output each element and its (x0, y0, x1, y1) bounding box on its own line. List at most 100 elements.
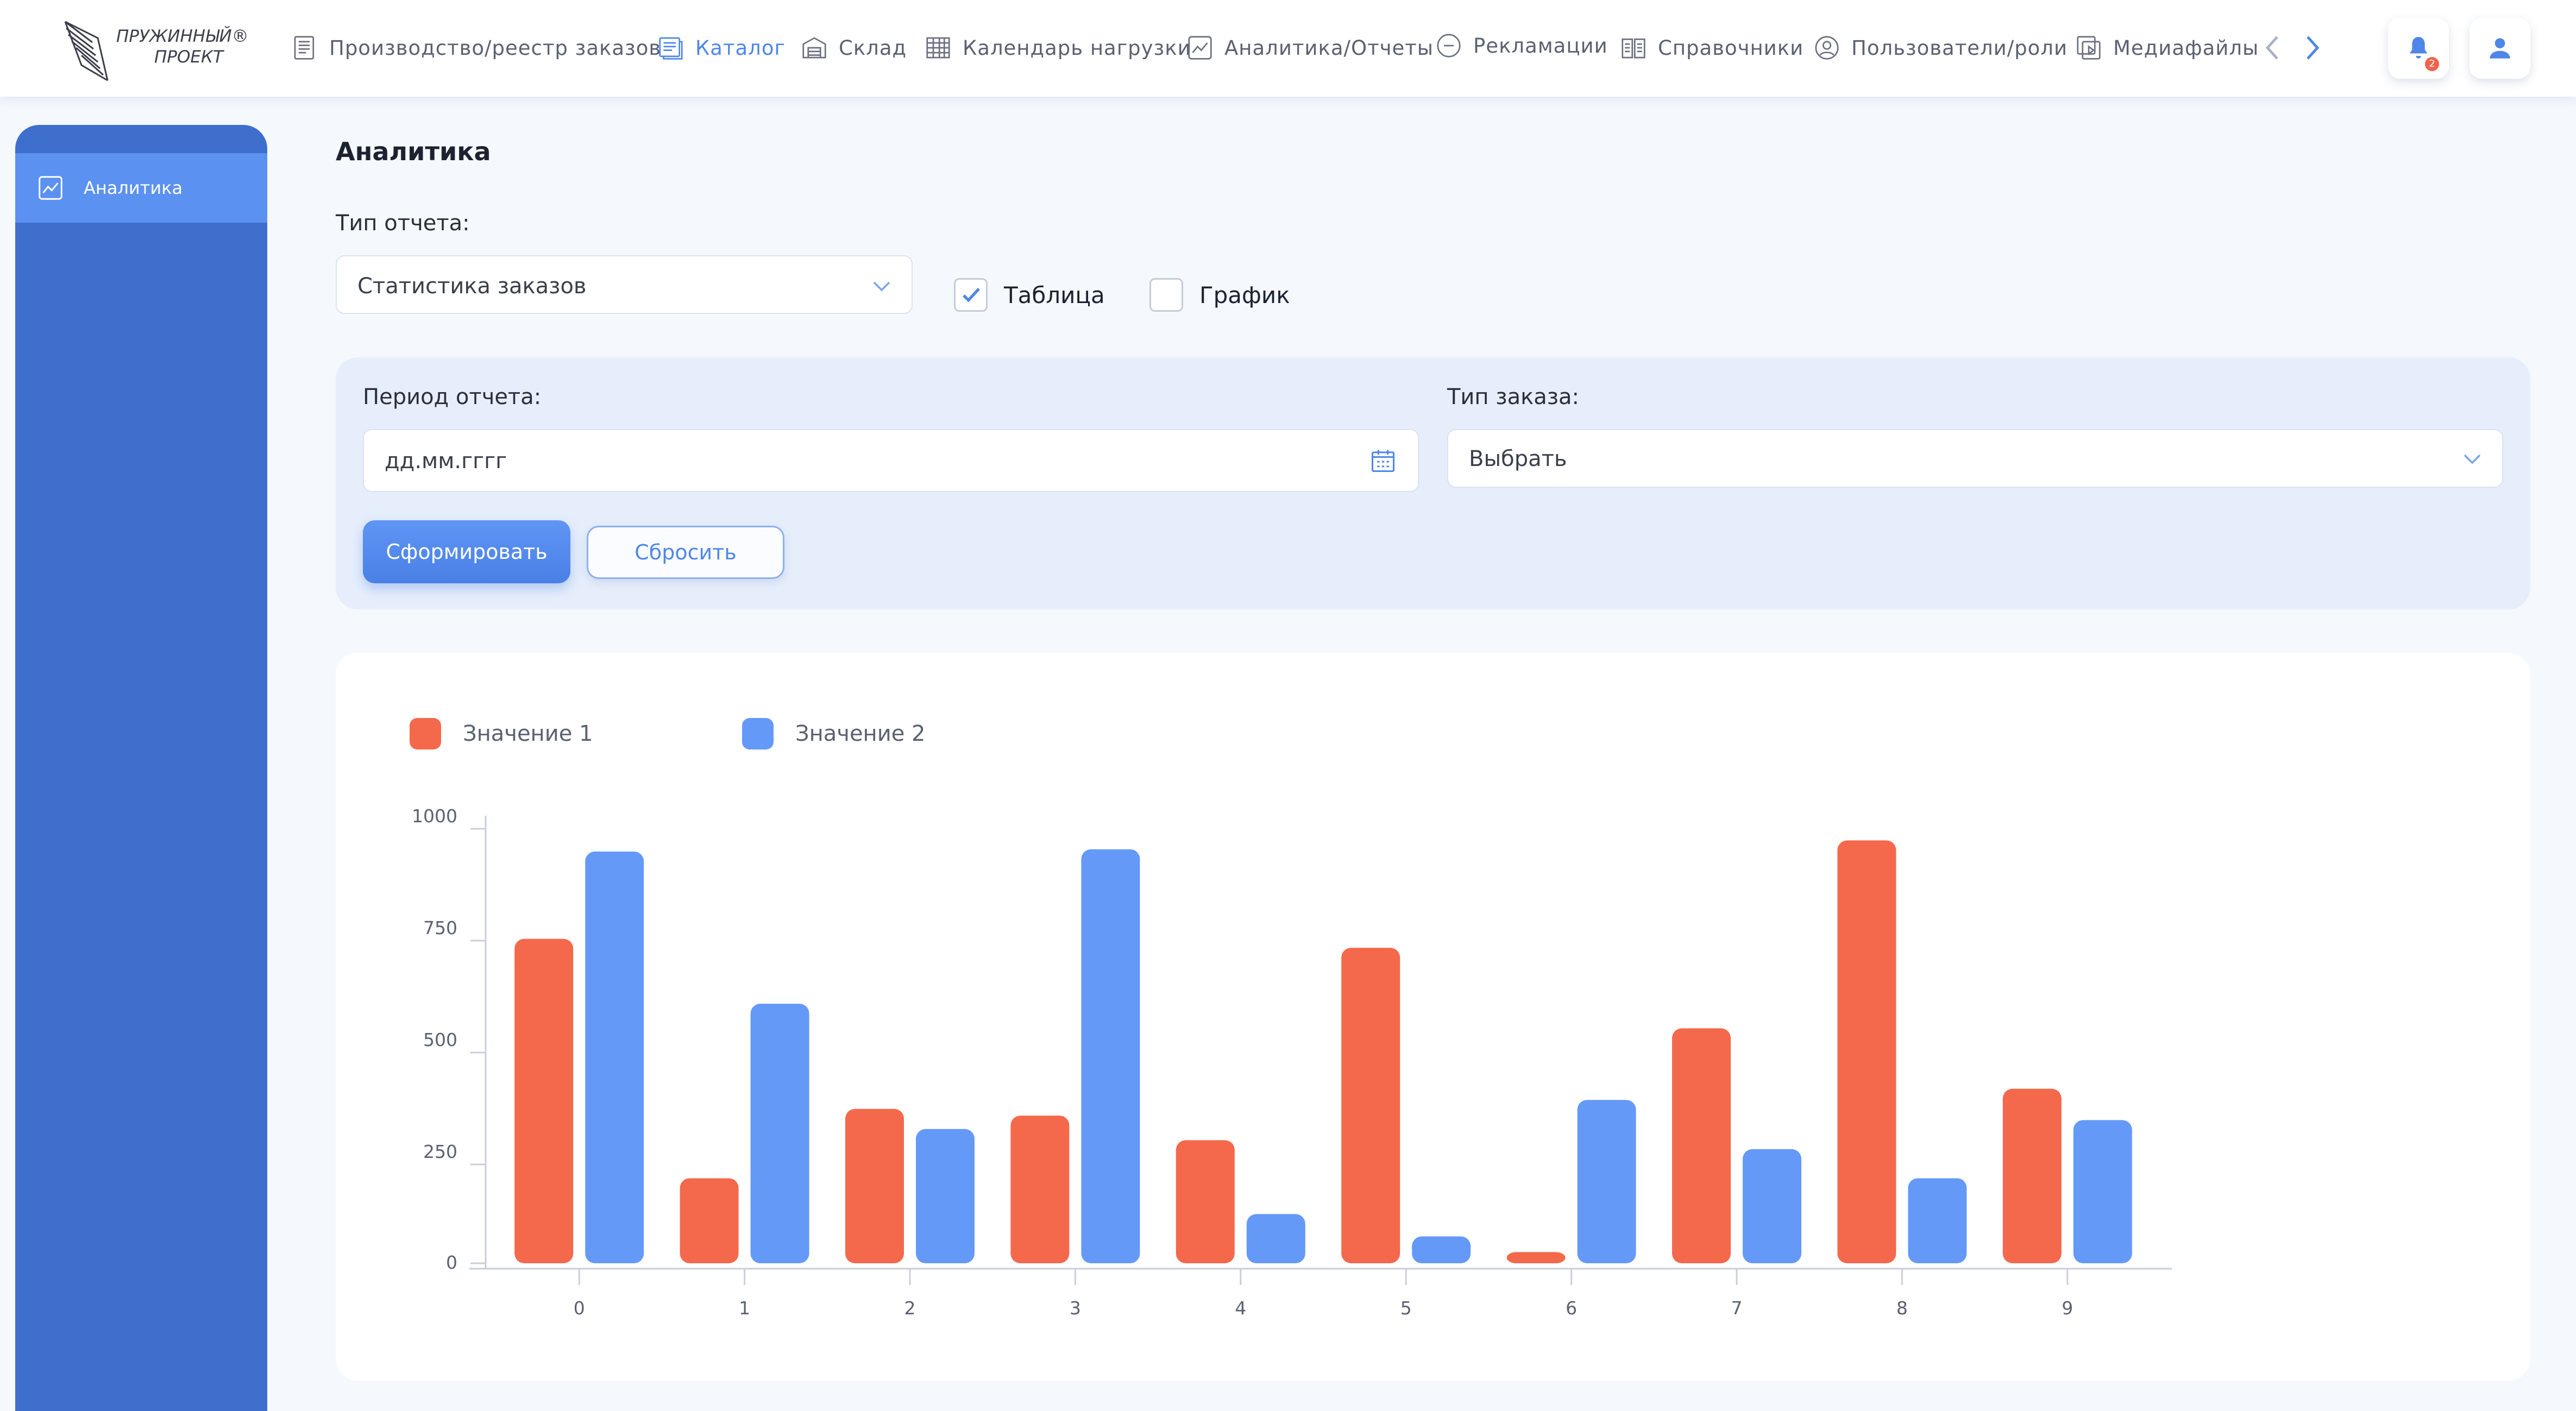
report-type-label: Тип отчета: (336, 211, 470, 236)
bar-series1-2[interactable] (845, 1108, 904, 1263)
x-tick-label: 1 (739, 1297, 750, 1319)
spring-logo-icon (64, 21, 109, 81)
media-icon (2077, 36, 2101, 60)
bar-series2-9[interactable] (2073, 1120, 2132, 1263)
profile-button[interactable] (2470, 18, 2530, 79)
nav-item-users-roles[interactable]: Пользователи/роли (1812, 32, 2068, 64)
period-placeholder: дд.мм.гггг (385, 449, 507, 474)
x-tick-label: 7 (1731, 1297, 1743, 1319)
document-list-icon (294, 36, 315, 60)
warehouse-icon (802, 37, 826, 59)
logo-text-line2: ПРОЕКТ (154, 47, 223, 67)
book-icon (1622, 38, 1645, 59)
nav-item-label: Календарь нагрузки (963, 36, 1191, 60)
order-type-select[interactable]: Выбрать (1447, 429, 2503, 488)
nav-item-label: Склад (839, 36, 907, 60)
generate-button[interactable]: Сформировать (363, 520, 570, 583)
nav-item-complaints[interactable]: Рекламации (1434, 29, 1608, 62)
user-circle-icon (1815, 36, 1839, 60)
bar-series2-4[interactable] (1246, 1214, 1305, 1263)
y-tick-label: 500 (423, 1029, 457, 1050)
report-type-value: Статистика заказов (357, 274, 587, 299)
nav-item-label: Справочники (1658, 36, 1804, 60)
chevron-right-icon[interactable] (2301, 33, 2323, 63)
bar-series2-8[interactable] (1908, 1178, 1967, 1263)
nav-item-label: Аналитика/Отчеты (1224, 36, 1434, 60)
analytics-icon (1188, 36, 1212, 60)
nav-item-load-calendar[interactable]: Календарь нагрузки (923, 32, 1191, 64)
bar-series2-7[interactable] (1743, 1149, 1801, 1263)
calendar-grid-icon (926, 37, 950, 59)
x-tick-label: 0 (574, 1297, 585, 1319)
bar-series2-0[interactable] (585, 851, 644, 1263)
bar-series1-8[interactable] (1837, 840, 1896, 1263)
notifications-button[interactable]: 2 (2388, 18, 2449, 79)
chart-checkbox-label: График (1199, 281, 1290, 308)
chart-checkbox[interactable] (1149, 278, 1183, 312)
nav-item-production[interactable]: Производство/реестр заказов (290, 32, 661, 64)
x-tick-label: 5 (1400, 1297, 1412, 1319)
x-tick-label: 9 (2062, 1297, 2073, 1319)
order-type-value: Выбрать (1469, 446, 1567, 471)
checkmark-icon (963, 287, 980, 303)
bar-series1-9[interactable] (2002, 1088, 2062, 1263)
nav-item-warehouse[interactable]: Склад (800, 32, 907, 64)
bar-series2-2[interactable] (916, 1129, 975, 1263)
bar-series1-1[interactable] (680, 1178, 739, 1263)
top-navigation-bar: ПРУЖИННЫЙ® ПРОЕКТ Производство/реестр за… (0, 0, 2576, 97)
bar-series2-6[interactable] (1577, 1100, 1636, 1263)
bar-series1-4[interactable] (1176, 1140, 1235, 1263)
y-tick-label: 750 (423, 917, 457, 938)
bar-series2-3[interactable] (1081, 849, 1140, 1263)
nav-item-label: Каталог (695, 36, 786, 60)
chevron-down-icon (873, 281, 890, 292)
bar-series1-0[interactable] (514, 938, 574, 1263)
sidebar-item-label: Аналитика (84, 178, 183, 198)
nav-item-media[interactable]: Медиафайлы (2074, 32, 2259, 64)
x-tick-label: 6 (1566, 1297, 1577, 1319)
x-tick-label: 2 (904, 1297, 916, 1319)
calendar-icon[interactable] (1369, 446, 1397, 475)
bar-series1-7[interactable] (1672, 1028, 1731, 1263)
complaint-icon (1437, 34, 1461, 58)
nav-item-label: Пользователи/роли (1851, 36, 2068, 60)
x-tick-label: 8 (1896, 1297, 1908, 1319)
period-label: Период отчета: (363, 385, 542, 410)
nav-item-label: Производство/реестр заказов (329, 36, 662, 60)
report-type-select[interactable]: Статистика заказов (336, 255, 913, 314)
bar-series2-1[interactable] (750, 1004, 809, 1263)
sidebar: Аналитика (15, 125, 267, 1411)
nav-item-analytics[interactable]: Аналитика/Отчеты (1185, 32, 1434, 64)
sidebar-item-analytics[interactable]: Аналитика (15, 153, 267, 223)
x-tick-label: 4 (1235, 1297, 1246, 1319)
chart-card: Значение 1 Значение 2 0 250 500 750 1000 0 1 2 3… (336, 653, 2530, 1381)
view-table-option[interactable]: Таблица (954, 278, 1105, 312)
y-tick-label: 0 (446, 1252, 457, 1273)
bar-series1-6[interactable] (1506, 1252, 1566, 1263)
chevron-left-icon[interactable] (2262, 33, 2284, 63)
bar-chart: 0 250 500 750 1000 0 1 2 3 4 5 6 7 8 9 (412, 805, 2172, 1319)
notification-count-badge: 2 (2425, 57, 2439, 71)
user-icon (2490, 38, 2510, 59)
bar-series1-5[interactable] (1341, 948, 1400, 1263)
chevron-down-icon (2464, 454, 2481, 464)
order-type-label: Тип заказа: (1447, 385, 1580, 410)
nav-item-label: Рекламации (1473, 34, 1608, 58)
bar-series1-3[interactable] (1010, 1116, 1070, 1263)
nav-item-references[interactable]: Справочники (1619, 32, 1804, 64)
y-tick-label: 1000 (412, 805, 457, 827)
company-logo[interactable]: ПРУЖИННЫЙ® ПРОЕКТ (60, 16, 249, 81)
analytics-icon (39, 176, 62, 200)
period-date-input[interactable]: дд.мм.гггг (363, 429, 1419, 492)
x-tick-label: 3 (1070, 1297, 1081, 1319)
nav-item-label: Медиафайлы (2113, 36, 2259, 60)
table-checkbox[interactable] (954, 278, 988, 312)
reset-button[interactable]: Сбросить (587, 526, 784, 579)
logo-text-line1: ПРУЖИННЫЙ® (116, 27, 249, 46)
view-chart-option[interactable]: График (1149, 278, 1290, 312)
filter-panel: Период отчета: дд.мм.гггг Тип заказа: Вы… (336, 357, 2530, 609)
bar-series2-5[interactable] (1412, 1236, 1471, 1263)
nav-item-catalog[interactable]: Каталог (656, 32, 786, 64)
page-title: Аналитика (336, 137, 491, 166)
y-tick-label: 250 (423, 1141, 457, 1162)
